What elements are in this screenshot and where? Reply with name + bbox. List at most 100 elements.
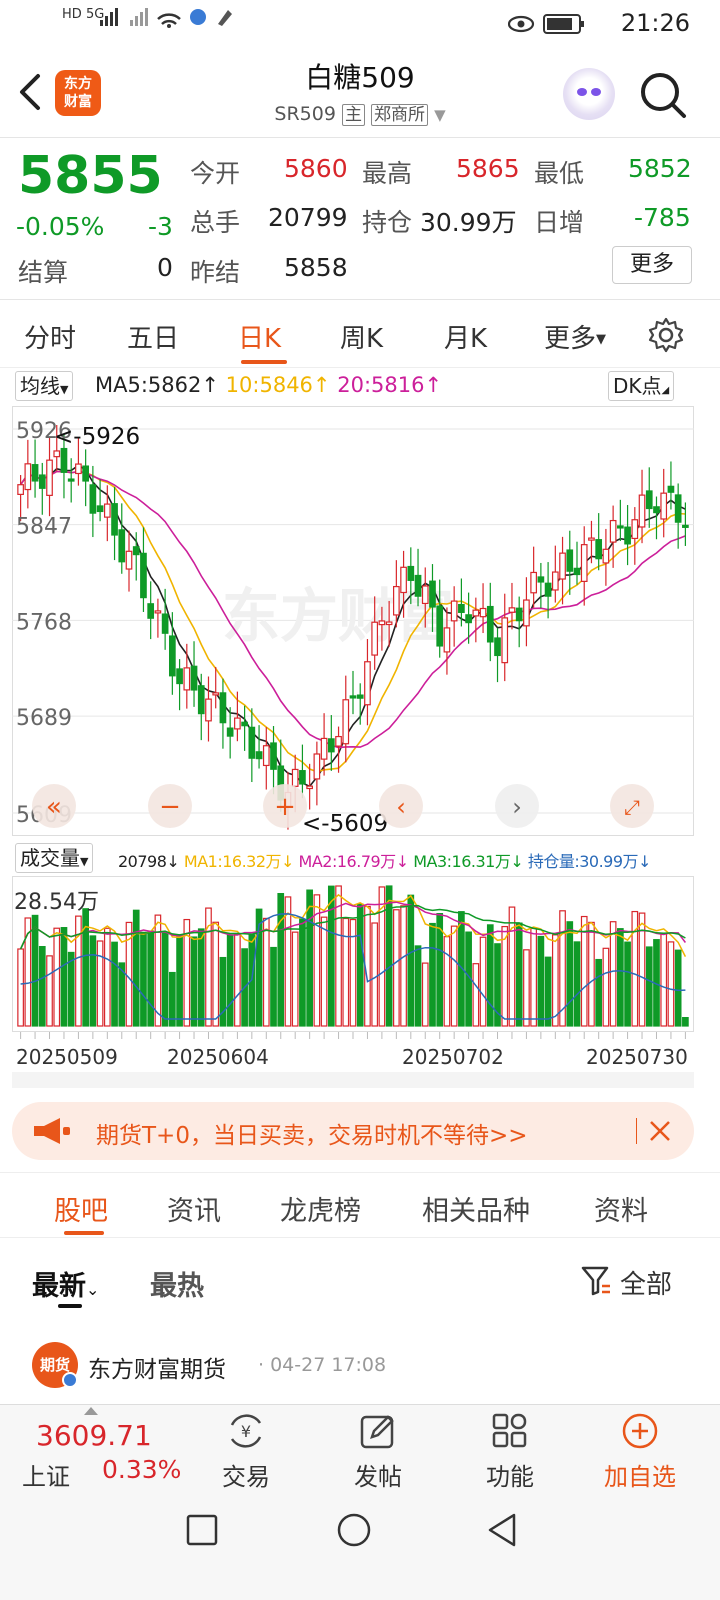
prev-settle-value: 5858 xyxy=(284,253,348,282)
volume-bar xyxy=(356,903,364,1027)
filter-all[interactable]: 全部 xyxy=(620,1264,672,1301)
scroll-right-button[interactable]: › xyxy=(495,784,539,828)
candle-body xyxy=(494,637,501,657)
sort-indicator xyxy=(58,1304,82,1308)
nav-functions-label: 功能 xyxy=(486,1463,534,1491)
volume-bar xyxy=(486,924,494,1027)
volume-chart[interactable]: 28.54万 20250509 20250604 20250702 202507… xyxy=(12,876,694,1088)
home-icon[interactable] xyxy=(336,1512,372,1548)
volume-bar xyxy=(197,928,205,1027)
candle-body xyxy=(306,785,313,790)
nav-add-watchlist[interactable]: 加自选 xyxy=(590,1411,690,1492)
tab-five-day[interactable]: 五日 xyxy=(127,318,179,355)
settings-gear-icon[interactable] xyxy=(647,316,685,354)
candle-body xyxy=(421,585,429,605)
tab-profile[interactable]: 资料 xyxy=(594,1189,648,1228)
volume-bar xyxy=(327,885,335,1027)
candle-body xyxy=(248,726,256,759)
candle-body xyxy=(515,607,523,622)
volume-bar xyxy=(262,917,270,1027)
candle-body xyxy=(291,768,299,787)
volume-indicator-select[interactable]: 成交量▼ xyxy=(15,843,94,873)
candle-body xyxy=(580,544,588,582)
candle-body xyxy=(660,492,668,520)
contract-code: SR509 xyxy=(274,103,336,125)
back-nav-icon[interactable] xyxy=(484,1512,520,1548)
volume-bar xyxy=(147,930,155,1027)
more-quote-button[interactable]: 更多 xyxy=(612,246,692,284)
volume-bar xyxy=(161,932,169,1027)
volume-bar xyxy=(667,941,675,1027)
volume-bar xyxy=(414,945,422,1027)
volume-bar xyxy=(176,934,183,1027)
filter-icon[interactable] xyxy=(580,1264,612,1298)
zoom-out-button[interactable]: − xyxy=(148,784,192,828)
prev-settle-label: 昨结 xyxy=(190,258,241,287)
tab-dragon-tiger[interactable]: 龙虎榜 xyxy=(280,1189,361,1228)
main-contract-tag: 主 xyxy=(341,104,365,126)
nav-functions[interactable]: 功能 xyxy=(460,1411,560,1492)
dropdown-icon: ▼ xyxy=(80,855,89,868)
volume-bar xyxy=(682,1017,689,1027)
volume-bar xyxy=(320,916,328,1027)
tab-guba[interactable]: 股吧 xyxy=(54,1189,108,1228)
kline-chart[interactable]: 东方财富 59265847576856895609 <-5926 <-5609 … xyxy=(12,406,694,836)
ai-assistant-icon[interactable] xyxy=(563,68,615,120)
volume-bar xyxy=(400,905,407,1027)
scroll-left-fast-button[interactable]: « xyxy=(32,784,76,828)
date-label-1: 20250509 xyxy=(16,1045,118,1069)
quote-panel: 5855 -0.05% -3 结算 0 今开 5860 最高 5865 最低 5… xyxy=(0,140,720,300)
scroll-left-button[interactable]: ‹ xyxy=(379,784,423,828)
chevron-right-icon: › xyxy=(512,793,522,821)
volume-bar xyxy=(284,896,292,1027)
ma20-value: 20:5816 xyxy=(337,373,425,397)
author-name[interactable]: 东方财富期货 xyxy=(88,1350,226,1384)
nav-post[interactable]: 发帖 xyxy=(328,1411,428,1492)
sort-hot[interactable]: 最热 xyxy=(150,1264,204,1303)
candle-body xyxy=(393,585,400,616)
ma20-arrow: ↑ xyxy=(424,373,443,397)
candle-body xyxy=(429,580,436,608)
candle-body xyxy=(241,721,248,727)
fullscreen-button[interactable]: ⤢ xyxy=(610,784,654,828)
dk-point-button[interactable]: DK点◢ xyxy=(608,371,675,401)
dropdown-icon: ▼ xyxy=(60,383,69,396)
date-label-3: 20250702 xyxy=(402,1045,504,1069)
volume-indicator-label: 成交量 xyxy=(20,846,80,870)
candle-body xyxy=(501,617,509,664)
zoom-in-button[interactable]: + xyxy=(263,784,307,828)
tab-news[interactable]: 资讯 xyxy=(167,1189,221,1228)
ma-indicator-select[interactable]: 均线▼ xyxy=(15,371,74,401)
candle-body xyxy=(176,668,183,685)
vol-ma1-arrow: ↓ xyxy=(281,852,294,871)
candle-body xyxy=(132,546,140,556)
volume-bar xyxy=(393,909,400,1027)
candle-body xyxy=(631,519,639,540)
candle-body xyxy=(327,738,335,753)
sort-latest[interactable]: 最新⌄ xyxy=(32,1264,99,1303)
tab-weekly-k[interactable]: 周K xyxy=(340,318,383,355)
last-price: 5855 xyxy=(18,146,163,206)
candle-body xyxy=(537,576,545,583)
tab-daily-k[interactable]: 日K xyxy=(238,318,281,355)
expand-up-icon[interactable] xyxy=(84,1407,98,1415)
volume-bar xyxy=(580,915,588,1027)
volume-bar xyxy=(624,941,631,1027)
tab-more[interactable]: 更多▼ xyxy=(544,318,606,355)
index-value[interactable]: 3609.71 xyxy=(36,1419,152,1452)
candle-body xyxy=(46,459,53,496)
edit-icon xyxy=(360,1415,394,1449)
tab-intraday[interactable]: 分时 xyxy=(24,318,76,355)
bottom-navigation: 3609.71 上证 0.33% ¥ 交易 发帖 功能 加自选 xyxy=(0,1404,720,1496)
nav-trade[interactable]: ¥ 交易 xyxy=(196,1411,296,1492)
y-label: 5689 xyxy=(16,706,72,731)
search-icon[interactable] xyxy=(638,70,688,120)
index-change: 0.33% xyxy=(102,1455,182,1484)
recent-apps-icon[interactable] xyxy=(186,1514,218,1546)
tab-monthly-k[interactable]: 月K xyxy=(444,318,487,355)
volume-bar xyxy=(190,936,198,1027)
post-item[interactable]: 期货 东方财富期货 · 04-27 17:08 xyxy=(0,1336,720,1396)
promo-banner[interactable]: 期货T+0，当日买卖，交易时机不等待>> xyxy=(12,1102,694,1160)
tab-related[interactable]: 相关品种 xyxy=(422,1189,530,1228)
close-icon[interactable] xyxy=(648,1119,672,1143)
